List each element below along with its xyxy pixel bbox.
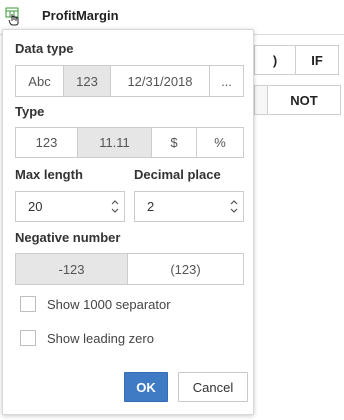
partial-button[interactable] bbox=[254, 85, 268, 115]
table-field-icon[interactable] bbox=[5, 6, 21, 26]
data-type-selector: Abc 123 12/31/2018 ... bbox=[15, 65, 244, 97]
decimal-place-label: Decimal place bbox=[134, 167, 221, 182]
format-popup: Data type Abc 123 12/31/2018 ... Type 12… bbox=[2, 29, 254, 415]
chevron-down-icon bbox=[230, 208, 238, 213]
not-button[interactable]: NOT bbox=[267, 85, 341, 115]
data-type-text-option[interactable]: Abc bbox=[16, 66, 64, 96]
negative-number-label: Negative number bbox=[15, 230, 121, 245]
data-type-date-option[interactable]: 12/31/2018 bbox=[111, 66, 210, 96]
max-length-label: Max length bbox=[15, 167, 83, 182]
decimal-place-value[interactable]: 2 bbox=[135, 199, 227, 214]
type-currency-option[interactable]: $ bbox=[152, 128, 197, 157]
type-integer-option[interactable]: 123 bbox=[16, 128, 78, 157]
max-length-stepper[interactable]: 20 bbox=[15, 191, 125, 222]
stepper-arrows[interactable] bbox=[227, 192, 241, 221]
negative-number-selector: -123 (123) bbox=[15, 253, 244, 285]
show-1000-separator-checkbox[interactable] bbox=[20, 296, 36, 312]
show-1000-separator-row[interactable]: Show 1000 separator bbox=[20, 296, 171, 312]
decimal-place-stepper[interactable]: 2 bbox=[134, 191, 244, 222]
data-type-number-option[interactable]: 123 bbox=[64, 66, 111, 96]
type-decimal-option[interactable]: 11.11 bbox=[78, 128, 152, 157]
negative-parentheses-option[interactable]: (123) bbox=[128, 254, 243, 284]
ok-button[interactable]: OK bbox=[124, 372, 168, 402]
show-leading-zero-row[interactable]: Show leading zero bbox=[20, 330, 154, 346]
if-button[interactable]: IF bbox=[295, 45, 339, 75]
field-title: ProfitMargin bbox=[42, 8, 119, 23]
chevron-up-icon bbox=[111, 200, 119, 205]
max-length-value[interactable]: 20 bbox=[16, 199, 108, 214]
negative-minus-option[interactable]: -123 bbox=[16, 254, 128, 284]
cancel-button[interactable]: Cancel bbox=[178, 372, 248, 402]
chevron-down-icon bbox=[111, 208, 119, 213]
stepper-arrows[interactable] bbox=[108, 192, 122, 221]
chevron-up-icon bbox=[230, 200, 238, 205]
data-type-more-option[interactable]: ... bbox=[210, 66, 243, 96]
show-1000-separator-label[interactable]: Show 1000 separator bbox=[47, 297, 171, 312]
show-leading-zero-label[interactable]: Show leading zero bbox=[47, 331, 154, 346]
number-type-selector: 123 11.11 $ % bbox=[15, 127, 244, 158]
type-label: Type bbox=[15, 104, 45, 119]
data-type-label: Data type bbox=[15, 41, 74, 56]
type-percent-option[interactable]: % bbox=[197, 128, 243, 157]
show-leading-zero-checkbox[interactable] bbox=[20, 330, 36, 346]
close-paren-button[interactable]: ) bbox=[254, 45, 296, 75]
